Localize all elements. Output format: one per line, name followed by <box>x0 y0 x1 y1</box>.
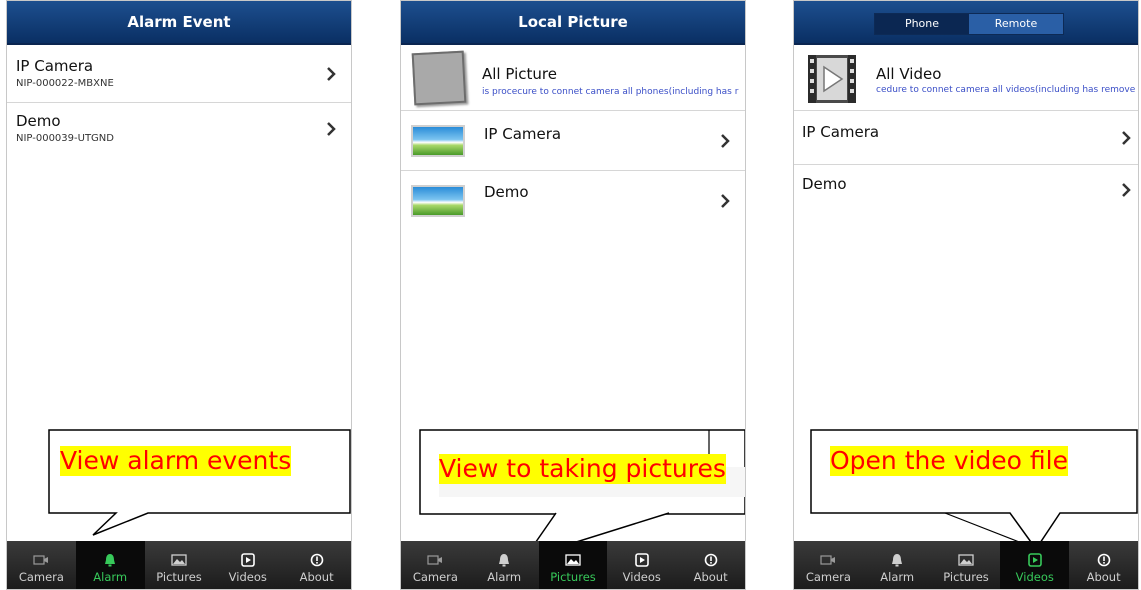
list-item-ip-camera[interactable]: IP Camera <box>401 111 745 171</box>
chevron-right-icon <box>1118 182 1134 198</box>
tab-label: Alarm <box>93 570 128 584</box>
tab-label: About <box>693 570 728 584</box>
source-segmented-control: Phone Remote <box>874 13 1064 35</box>
chevron-right-icon <box>717 133 733 149</box>
list-item-demo[interactable]: Demo NIP-000039-UTGND <box>7 103 351 157</box>
item-title: IP Camera <box>484 125 562 143</box>
chevron-right-icon <box>323 121 339 137</box>
tab-camera[interactable]: Camera <box>401 541 470 589</box>
item-title: Demo <box>16 112 61 130</box>
item-subtitle: cedure to connet camera all videos(inclu… <box>876 85 1136 95</box>
chevron-right-icon <box>717 193 733 209</box>
info-icon <box>310 553 323 567</box>
tab-label: Camera <box>805 570 851 584</box>
callout: Open the video file <box>810 429 1138 551</box>
tab-label: Videos <box>622 570 661 584</box>
tab-label: Videos <box>1015 570 1054 584</box>
tab-camera[interactable]: Camera <box>794 541 863 589</box>
list-item-demo[interactable]: Demo <box>794 165 1138 217</box>
list-item-all-picture[interactable]: All Picture is procecure to connet camer… <box>401 45 745 111</box>
callout-text: View to taking pictures <box>439 454 726 484</box>
item-title: IP Camera <box>802 123 880 141</box>
segment-remote[interactable]: Remote <box>969 14 1063 34</box>
list-item-ip-camera[interactable]: IP Camera NIP-000022-MBXNE <box>7 45 351 103</box>
callout-text: View alarm events <box>60 446 292 476</box>
camera-icon <box>427 555 443 565</box>
tab-label: Pictures <box>550 570 596 584</box>
tab-bar: Camera Alarm Pictures Videos About <box>7 541 351 589</box>
alarm-screen: Alarm Event IP Camera NIP-000022-MBXNE D… <box>6 0 352 590</box>
picture-icon <box>171 554 187 566</box>
play-icon <box>240 553 255 567</box>
tab-videos[interactable]: Videos <box>213 541 282 589</box>
tab-label: Camera <box>18 570 64 584</box>
bell-icon <box>892 554 903 567</box>
tab-label: Videos <box>228 570 267 584</box>
bell-icon <box>499 554 510 567</box>
tab-label: Alarm <box>880 570 915 584</box>
list-item-demo[interactable]: Demo <box>401 171 745 231</box>
tab-pictures[interactable]: Pictures <box>145 541 214 589</box>
item-subtitle: is procecure to connet camera all phones… <box>482 87 739 97</box>
tab-label: About <box>1086 570 1121 584</box>
callout-text: Open the video file <box>830 446 1069 476</box>
landscape-thumbnail-icon <box>411 125 465 157</box>
tab-videos[interactable]: Videos <box>1000 541 1070 589</box>
camera-icon <box>33 555 49 565</box>
tab-label: Camera <box>412 570 458 584</box>
chevron-right-icon <box>1118 130 1134 146</box>
tab-alarm[interactable]: Alarm <box>75 541 145 589</box>
bell-icon <box>105 554 116 567</box>
item-title: Demo <box>802 175 847 193</box>
tab-videos[interactable]: Videos <box>607 541 676 589</box>
tab-about[interactable]: About <box>282 541 351 589</box>
folder-thumbnail-icon <box>411 50 467 106</box>
play-icon <box>634 553 649 567</box>
list-item-all-video[interactable]: All Video cedure to connet camera all vi… <box>794 45 1138 111</box>
landscape-thumbnail-icon <box>411 185 465 217</box>
tab-label: Pictures <box>156 570 202 584</box>
picture-icon <box>565 554 581 566</box>
tab-alarm[interactable]: Alarm <box>863 541 932 589</box>
list-item-ip-camera[interactable]: IP Camera <box>794 111 1138 165</box>
tab-label: Pictures <box>943 570 989 584</box>
item-subtitle: NIP-000022-MBXNE <box>16 78 114 89</box>
tab-pictures[interactable]: Pictures <box>538 541 608 589</box>
pictures-screen: Local Picture All Picture is procecure t… <box>400 0 746 590</box>
picture-icon <box>958 554 974 566</box>
tab-camera[interactable]: Camera <box>7 541 76 589</box>
tab-about[interactable]: About <box>676 541 745 589</box>
tab-label: About <box>299 570 334 584</box>
item-title: Demo <box>484 183 529 201</box>
item-subtitle: NIP-000039-UTGND <box>16 133 114 144</box>
tab-label: Alarm <box>487 570 522 584</box>
item-title: IP Camera <box>16 57 94 75</box>
videos-screen: Phone Remote All Video cedure to connet … <box>793 0 1139 590</box>
callout: View alarm events <box>48 429 351 549</box>
chevron-right-icon <box>323 66 339 82</box>
tab-bar: Camera Alarm Pictures Videos About <box>401 541 745 589</box>
film-play-icon <box>808 55 856 103</box>
page-title: Alarm Event <box>7 1 351 45</box>
callout: View to taking pictures <box>419 429 745 550</box>
info-icon <box>1097 553 1110 567</box>
play-icon <box>1027 553 1042 567</box>
camera-icon <box>820 555 836 565</box>
header-bar: Phone Remote <box>794 1 1138 45</box>
info-icon <box>704 553 717 567</box>
item-title: All Picture <box>482 65 557 83</box>
page-title: Local Picture <box>401 1 745 45</box>
item-title: All Video <box>876 65 942 83</box>
tab-pictures[interactable]: Pictures <box>932 541 1001 589</box>
tab-alarm[interactable]: Alarm <box>470 541 539 589</box>
segment-phone[interactable]: Phone <box>875 14 969 34</box>
tab-bar: Camera Alarm Pictures Videos About <box>794 541 1138 589</box>
tab-about[interactable]: About <box>1069 541 1138 589</box>
